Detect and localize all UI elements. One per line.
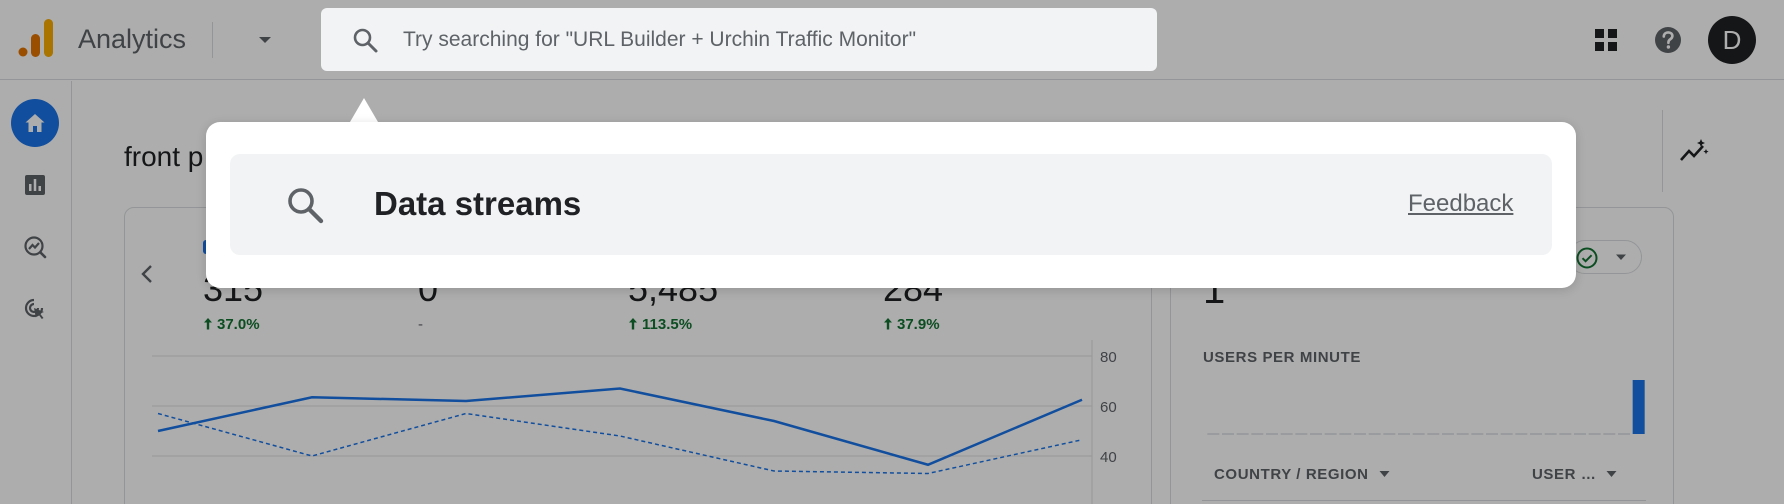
users-per-minute-bar [1632, 380, 1645, 434]
search-suggestion-item[interactable]: Data streams Feedback [230, 154, 1552, 255]
y-tick-label: 60 [1100, 399, 1117, 416]
analytics-app: Analytics D front p 315 37.0% 0 - 5,485 … [0, 0, 1784, 504]
y-tick-label: 80 [1100, 349, 1117, 366]
search-suggestions-popup: Data streams Feedback [206, 122, 1576, 288]
users-per-minute-label: USERS PER MINUTE [1203, 349, 1361, 366]
metric-change: 37.0% [203, 316, 260, 333]
nav-home-button[interactable] [11, 99, 59, 147]
apps-grid-icon[interactable] [1592, 26, 1620, 54]
search-bar [321, 8, 1157, 71]
chevron-left-icon[interactable] [138, 262, 158, 286]
nav-advertising-button[interactable] [11, 285, 59, 333]
right-panel-divider [1662, 110, 1663, 192]
search-icon [288, 188, 324, 224]
realtime-status-dropdown[interactable] [1568, 240, 1642, 274]
popup-pointer [350, 98, 378, 122]
analytics-logo-icon [18, 19, 53, 57]
check-circle-icon [1576, 247, 1598, 269]
property-selector-caret-icon[interactable] [254, 32, 276, 48]
search-icon [353, 28, 378, 53]
metric-change: - [418, 316, 423, 333]
column-header-country-region[interactable]: COUNTRY / REGION [1214, 466, 1390, 483]
search-suggestion-label: Data streams [374, 185, 582, 222]
series-line-comparison [157, 412, 1083, 475]
feedback-link[interactable]: Feedback [1408, 190, 1513, 218]
arrow-up-icon [884, 318, 892, 330]
column-header-label: USER … [1532, 466, 1597, 483]
metric-change-value: 37.9% [897, 316, 940, 333]
caret-down-icon [1616, 254, 1626, 260]
column-header-users[interactable]: USER … [1532, 466, 1617, 483]
caret-down-icon [1606, 471, 1617, 477]
insights-icon[interactable] [1678, 136, 1710, 168]
account-avatar[interactable]: D [1708, 16, 1756, 64]
left-navigation [0, 81, 72, 504]
caret-down-icon [1379, 471, 1390, 477]
y-tick-label: 40 [1100, 449, 1117, 466]
metric-change-value: 113.5% [642, 316, 693, 333]
users-per-minute-chart [1207, 380, 1645, 435]
header-divider [212, 22, 213, 58]
explore-icon [24, 236, 47, 259]
metric-change: 113.5% [628, 316, 692, 333]
metric-change-value: 37.0% [217, 316, 260, 333]
arrow-up-icon [204, 318, 212, 330]
bar-chart-icon [25, 175, 45, 195]
home-icon [25, 114, 45, 132]
app-name: Analytics [78, 24, 187, 54]
column-header-label: COUNTRY / REGION [1214, 466, 1369, 483]
advertising-icon [24, 298, 44, 319]
help-icon[interactable] [1652, 24, 1684, 56]
page-title: front p [124, 141, 204, 172]
nav-reports-button[interactable] [11, 161, 59, 209]
table-divider [1202, 500, 1646, 501]
nav-explore-button[interactable] [11, 223, 59, 271]
arrow-up-icon [629, 318, 637, 330]
series-line-current [157, 387, 1083, 467]
metric-change: 37.9% [883, 316, 940, 333]
search-input[interactable] [403, 20, 1133, 60]
overview-line-chart: 80 60 40 [152, 340, 1117, 504]
